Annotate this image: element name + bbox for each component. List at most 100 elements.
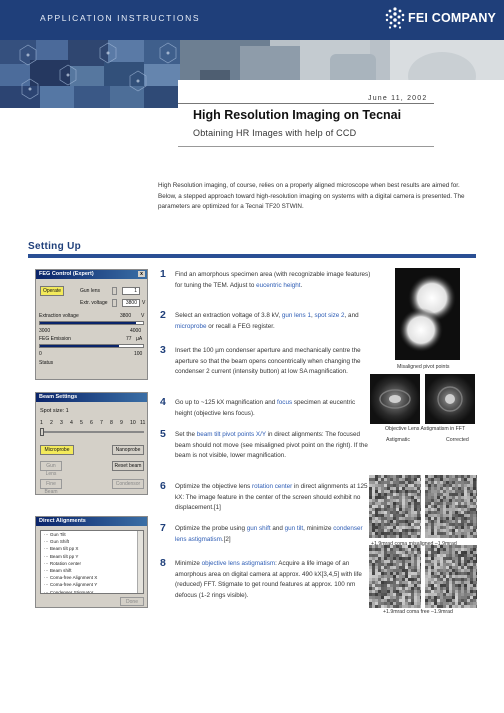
step-number: 8 <box>160 557 166 569</box>
alignment-list-item[interactable]: ··· Gun Tilt <box>41 531 143 538</box>
ext-voltage-label: Extr. voltage <box>80 300 108 306</box>
step-text: Minimize objective lens astigmatism: Acq… <box>175 559 373 601</box>
done-button[interactable]: Done <box>120 597 144 606</box>
extraction-label: Extraction voltage <box>39 313 79 319</box>
coma-free-caption: +1.9mrad coma free –1.9mrad <box>383 609 453 615</box>
step-text-fragment: . <box>300 281 303 289</box>
hrtem-micrograph <box>425 475 477 538</box>
emission-scale-min: 0 <box>39 351 42 357</box>
step-text: Find an amorphous specimen area (with re… <box>175 270 373 291</box>
step-text-fragment: .[2] <box>221 535 231 543</box>
subtitle-rule <box>178 146 434 147</box>
emission-bar <box>39 344 144 348</box>
spot-size-ticks: 1 2 3 4 5 6 7 8 9 10 11 <box>40 420 146 428</box>
operate-button[interactable]: Operate <box>40 286 64 296</box>
alignment-list-item[interactable]: ··· Condenser Stigmator <box>41 589 143 593</box>
alignment-list-item[interactable]: ··· Beam shift <box>41 567 143 574</box>
fft-corrected-image <box>425 374 475 424</box>
close-icon[interactable]: x <box>138 271 145 277</box>
gun-lens-field[interactable]: 1 <box>122 287 140 295</box>
condensor-button[interactable]: Condensor <box>112 479 144 489</box>
page-title: High Resolution Imaging on Tecnai <box>193 108 402 122</box>
step-keyword: microprobe <box>175 322 207 330</box>
step-number: 5 <box>160 428 166 440</box>
alignment-list-item[interactable]: ··· Rotation center <box>41 560 143 567</box>
nanoprobe-button[interactable]: Nanoprobe <box>112 445 144 455</box>
reset-beam-button[interactable]: Reset beam <box>112 461 144 471</box>
emission-label: FEG Emission <box>39 336 71 342</box>
step-text-fragment: Optimize the objective lens <box>175 483 252 490</box>
step-text: Optimize the objective lens rotation cen… <box>175 482 373 514</box>
spot-tick-label: 10 <box>130 420 136 426</box>
step-number: 7 <box>160 522 166 534</box>
step-keyword: rotation center <box>252 483 293 490</box>
spot-size-label: Spot size: 1 <box>40 408 69 414</box>
section-rule <box>28 254 476 258</box>
step-text-fragment: or recall a FEG register. <box>206 322 275 330</box>
feg-panel-title: FEG Control (Expert) x <box>36 270 147 279</box>
fine-beam-button[interactable]: Fine Beam <box>40 479 62 494</box>
spot-tick-label: 8 <box>110 420 113 426</box>
alignment-list-item[interactable]: ··· Beam tilt pp Y <box>41 553 143 560</box>
spot-tick-label: 4 <box>70 420 73 426</box>
astigmatic-label: Astigmatic <box>386 437 410 443</box>
align-panel-title: Direct Alignments <box>36 517 147 526</box>
company-logo: FEI COMPANY <box>384 6 496 32</box>
step-keyword: spot size 2 <box>314 312 345 319</box>
alignment-list-item[interactable]: ··· Coma-free Alignment X <box>41 574 143 581</box>
alignment-list-item[interactable]: ··· Coma-free Alignment Y <box>41 581 143 588</box>
beam-settings-panel: Beam Settings Spot size: 1 1 2 3 4 5 6 7 8 9 10 11… <box>35 392 148 495</box>
spot-tick-label: 7 <box>100 420 103 426</box>
ext-voltage-unit: V <box>142 300 146 306</box>
spot-tick-label: 5 <box>80 420 83 426</box>
gun-lens-spinner[interactable] <box>112 287 117 295</box>
gun-lens-label: Gun lens <box>80 288 101 294</box>
step-keyword: objective lens astigmatism <box>201 560 276 567</box>
title-rule <box>178 103 434 104</box>
beam-panel-title-text: Beam Settings <box>39 394 78 400</box>
astigmatism-caption: Objective Lens Astigmatism in FFT <box>385 426 466 432</box>
step-text-fragment: and <box>270 525 285 532</box>
spot-tick-label: 3 <box>60 420 63 426</box>
publication-date: June 11, 2002 <box>368 95 428 102</box>
pivot-caption: Misaligned pivot points <box>397 364 450 370</box>
spot-size-track <box>40 431 144 433</box>
alignment-list-item[interactable]: ··· Beam tilt pp X <box>41 545 143 552</box>
coma-misaligned-caption: +1.9mrad coma misaligned –1.9mrad <box>371 541 457 547</box>
step-keyword: eucentric height <box>256 281 301 289</box>
section-heading: Setting Up <box>28 241 81 252</box>
alignment-list-scrollbar[interactable] <box>137 531 143 593</box>
section-label: APPLICATION INSTRUCTIONS <box>40 13 201 23</box>
spot-tick-label: 11 <box>140 420 146 426</box>
alignment-list[interactable]: ··· Gun Tilt ··· Gun Shift ··· Beam tilt p… <box>40 530 144 594</box>
spot-tick-label: 2 <box>50 420 53 426</box>
emission-value: 77 <box>126 336 132 342</box>
emission-bar-fill <box>40 345 120 347</box>
step-number: 1 <box>160 268 166 280</box>
step-keyword: gun lens 1 <box>281 312 311 319</box>
hrtem-micrograph <box>369 475 421 538</box>
spot-tick-label: 6 <box>90 420 93 426</box>
alignment-list-item[interactable]: ··· Gun Shift <box>41 538 143 545</box>
step-text-fragment: , and <box>344 312 359 319</box>
ext-voltage-spinner[interactable] <box>112 299 117 307</box>
step-keyword: gun tilt <box>284 525 304 532</box>
step-keyword: beam tilt pivot points X/Y <box>196 431 266 438</box>
gun-lens-button[interactable]: Gun Lens <box>40 461 62 477</box>
step-text-fragment: Optimize the probe using <box>175 525 247 532</box>
step-number: 2 <box>160 309 166 321</box>
ext-voltage-field[interactable]: 3800 <box>122 299 140 307</box>
step-text: Select an extraction voltage of 3.8 kV, … <box>175 311 373 332</box>
step-text: Go up to ~125 kX magnification and focus… <box>175 398 373 419</box>
microprobe-button[interactable]: Microprobe <box>40 445 74 455</box>
step-text: Optimize the probe using gun shift and g… <box>175 524 373 545</box>
spot-tick-label: 1 <box>40 420 43 426</box>
spot-tick-label: 9 <box>120 420 123 426</box>
hrtem-micrograph <box>369 545 421 608</box>
intro-paragraph: High Resolution imaging, of course, reli… <box>158 182 465 210</box>
feg-panel-title-text: FEG Control (Expert) <box>39 271 94 277</box>
extraction-bar <box>39 321 144 325</box>
step-text-fragment: Set the <box>175 431 197 438</box>
step-text-fragment: Select an extraction voltage of 3.8 kV, <box>175 312 282 319</box>
spot-size-slider[interactable] <box>40 428 44 436</box>
